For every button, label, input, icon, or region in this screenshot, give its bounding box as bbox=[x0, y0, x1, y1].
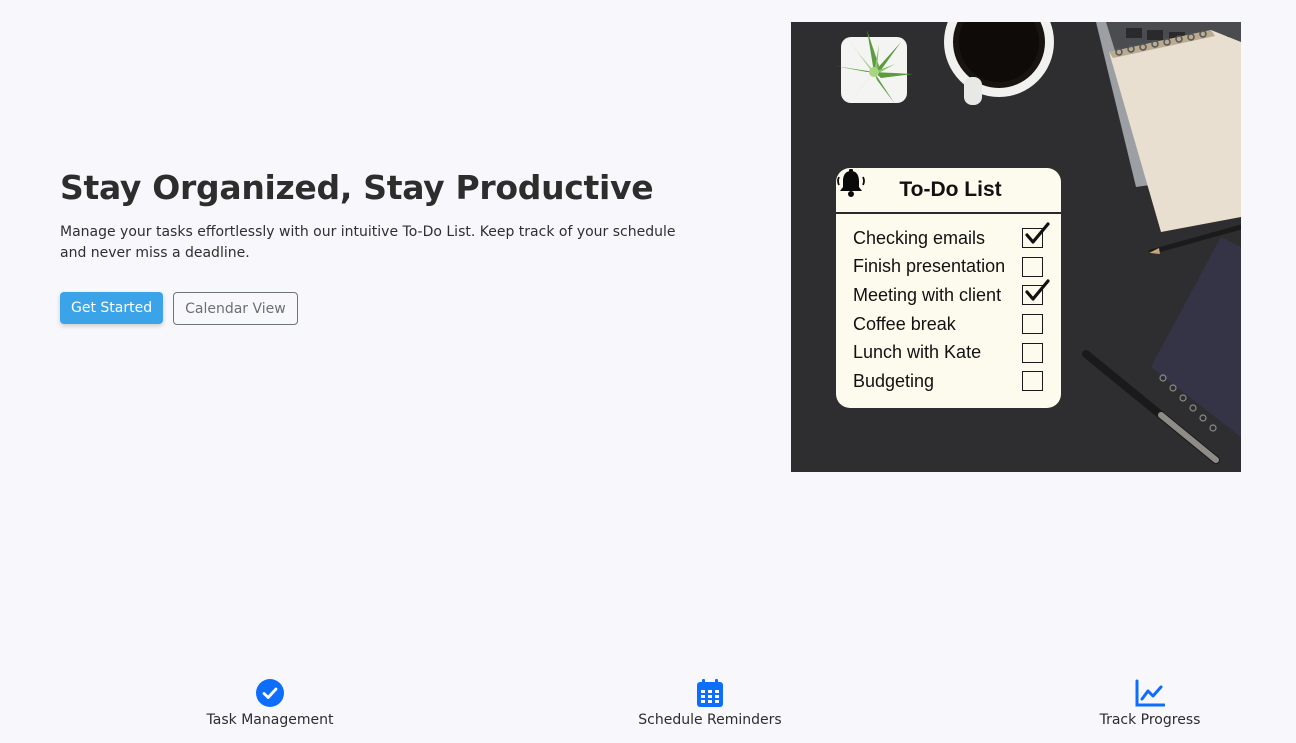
hero-description: Manage your tasks effortlessly with our … bbox=[60, 224, 676, 261]
todo-item-label: Lunch with Kate bbox=[853, 342, 982, 363]
checkmark-icon bbox=[1025, 222, 1050, 244]
todo-item: Meeting with client bbox=[836, 279, 1061, 310]
chart-line-icon bbox=[1040, 678, 1260, 708]
calendar-view-button[interactable]: Calendar View bbox=[173, 292, 298, 325]
todo-item: Lunch with Kate bbox=[836, 338, 1061, 367]
todo-list-card: To-Do List Checking emails Finish presen… bbox=[836, 168, 1061, 408]
hero-image: To-Do List Checking emails Finish presen… bbox=[791, 22, 1241, 472]
feature-label: Task Management bbox=[206, 712, 334, 728]
calendar-icon bbox=[600, 678, 820, 708]
feature-schedule-reminders: Schedule Reminders bbox=[600, 678, 820, 728]
hero-section: Stay Organized, Stay Productive Manage y… bbox=[60, 164, 700, 325]
checkbox-checked bbox=[1022, 279, 1050, 306]
todo-item: Coffee break bbox=[836, 310, 1061, 339]
feature-track-progress: Track Progress bbox=[1040, 678, 1260, 728]
feature-task-management: Task Management bbox=[160, 678, 380, 728]
plant-illustration bbox=[835, 30, 913, 104]
todo-item-label: Checking emails bbox=[853, 227, 986, 248]
feature-label: Track Progress bbox=[1099, 712, 1201, 728]
todo-item-label: Coffee break bbox=[853, 313, 956, 334]
checkbox-unchecked bbox=[1022, 256, 1043, 277]
check-circle-icon bbox=[160, 678, 380, 708]
todo-list-title: To-Do List bbox=[899, 178, 1002, 201]
checkbox-checked bbox=[1022, 222, 1050, 249]
todo-item: Checking emails bbox=[836, 222, 1061, 253]
todo-item: Budgeting bbox=[836, 367, 1061, 396]
checkbox-unchecked bbox=[1022, 371, 1043, 392]
todo-list-items: Checking emails Finish presentation Meet… bbox=[836, 214, 1061, 396]
checkbox-unchecked bbox=[1022, 314, 1043, 335]
hero-buttons: Get Started Calendar View bbox=[60, 292, 700, 325]
get-started-button[interactable]: Get Started bbox=[60, 292, 164, 324]
feature-label: Schedule Reminders bbox=[638, 712, 782, 728]
todo-item-label: Meeting with client bbox=[853, 284, 1002, 305]
todo-item-label: Finish presentation bbox=[853, 256, 1006, 277]
checkmark-icon bbox=[1025, 279, 1050, 302]
todo-item: Finish presentation bbox=[836, 253, 1061, 282]
features-section: Task Management Schedule Reminders Track… bbox=[0, 678, 1296, 738]
todo-item-label: Budgeting bbox=[853, 370, 935, 391]
checkbox-unchecked bbox=[1022, 342, 1043, 363]
hero-title: Stay Organized, Stay Productive bbox=[60, 168, 654, 207]
todo-list-header: To-Do List bbox=[836, 168, 1061, 214]
